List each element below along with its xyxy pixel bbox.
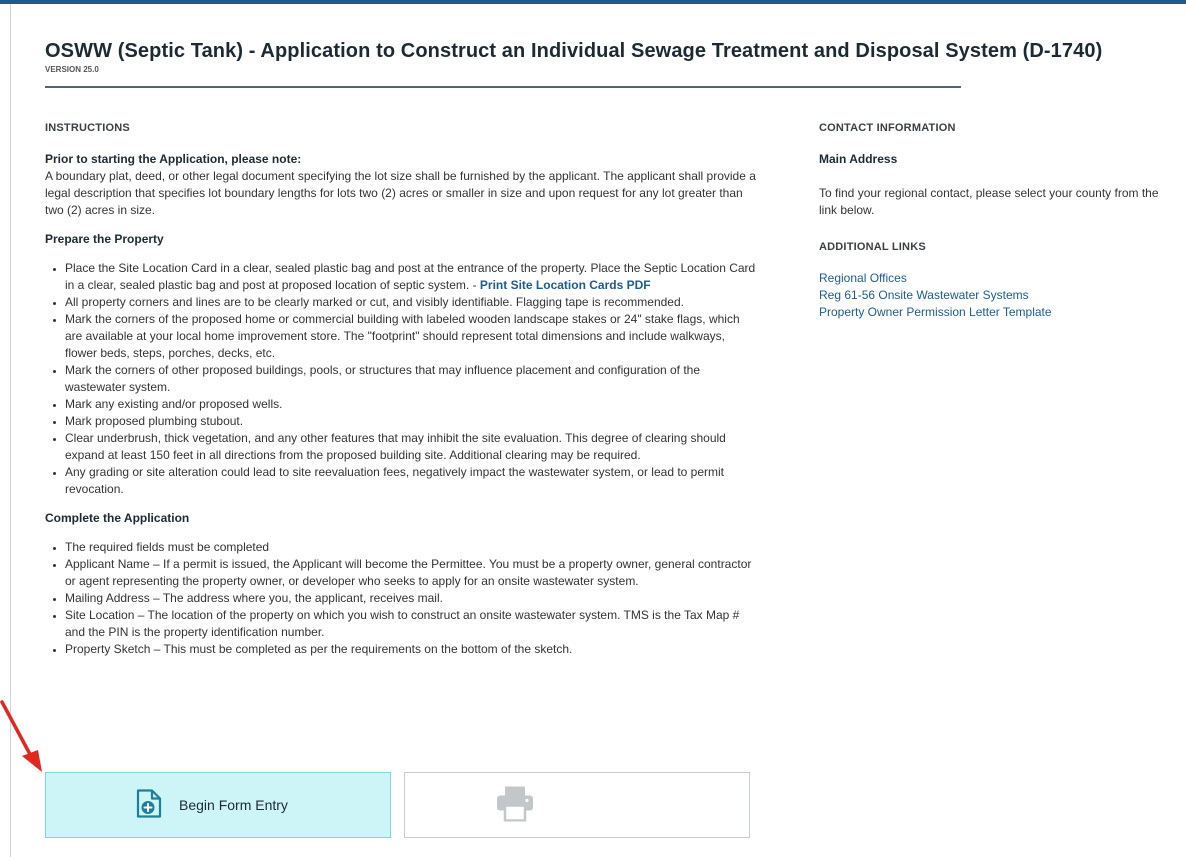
list-item: Place the Site Location Card in a clear,…: [65, 260, 757, 294]
begin-form-entry-label: Begin Form Entry: [179, 797, 288, 813]
complete-list: The required fields must be completed Ap…: [45, 539, 757, 658]
permission-letter-link[interactable]: Property Owner Permission Letter Templat…: [819, 304, 1159, 321]
prepare-list: Place the Site Location Card in a clear,…: [45, 260, 757, 498]
prepare-heading: Prepare the Property: [45, 232, 164, 246]
list-item: Property Sketch – This must be completed…: [65, 641, 757, 658]
list-item: Site Location – The location of the prop…: [65, 607, 757, 641]
main-address-label: Main Address: [819, 152, 898, 166]
red-arrow-pointer-icon: [0, 700, 42, 772]
list-item: Applicant Name – If a permit is issued, …: [65, 556, 757, 590]
begin-form-entry-button[interactable]: Begin Form Entry: [45, 772, 391, 838]
additional-links-heading: ADDITIONAL LINKS: [819, 241, 926, 253]
list-item-text: Place the Site Location Card in a clear,…: [65, 261, 756, 292]
page-title: OSWW (Septic Tank) - Application to Cons…: [45, 40, 1103, 62]
contact-heading: CONTACT INFORMATION: [819, 122, 956, 134]
instructions-heading: INSTRUCTIONS: [45, 122, 130, 134]
list-item: Mailing Address – The address where you,…: [65, 590, 757, 607]
title-divider: [45, 86, 961, 88]
prior-text: A boundary plat, deed, or other legal do…: [45, 169, 756, 217]
reg-61-56-link[interactable]: Reg 61-56 Onsite Wastewater Systems: [819, 287, 1159, 304]
document-plus-icon: [136, 789, 162, 822]
sidebar: CONTACT INFORMATION Main Address To find…: [819, 120, 1159, 670]
list-item: The required fields must be completed: [65, 539, 757, 556]
list-item: Mark the corners of the proposed home or…: [65, 311, 757, 362]
list-item: Mark any existing and/or proposed wells.: [65, 396, 757, 413]
regional-offices-link[interactable]: Regional Offices: [819, 270, 1159, 287]
version-label: VERSION 25.0: [45, 65, 99, 74]
page-content: OSWW (Septic Tank) - Application to Cons…: [45, 38, 1165, 670]
print-site-location-cards-link[interactable]: Print Site Location Cards PDF: [480, 278, 651, 292]
prior-heading: Prior to starting the Application, pleas…: [45, 152, 302, 166]
list-item: All property corners and lines are to be…: [65, 294, 757, 311]
action-buttons: Begin Form Entry Print Blank Form: [45, 772, 750, 838]
list-item: Any grading or site alteration could lea…: [65, 464, 757, 498]
printer-icon: [495, 786, 535, 825]
print-blank-form-label: Print Blank Form: [538, 797, 643, 813]
list-item: Mark proposed plumbing stubout.: [65, 413, 757, 430]
list-item: Mark the corners of other proposed build…: [65, 362, 757, 396]
print-blank-form-button[interactable]: Print Blank Form: [404, 772, 750, 838]
contact-text: To find your regional contact, please se…: [819, 186, 1159, 217]
top-accent-bar: [0, 0, 1186, 4]
list-item: Clear underbrush, thick vegetation, and …: [65, 430, 757, 464]
additional-links-list: Regional Offices Reg 61-56 Onsite Wastew…: [819, 270, 1159, 321]
complete-heading: Complete the Application: [45, 511, 190, 525]
instructions-section: INSTRUCTIONS Prior to starting the Appli…: [45, 120, 757, 670]
